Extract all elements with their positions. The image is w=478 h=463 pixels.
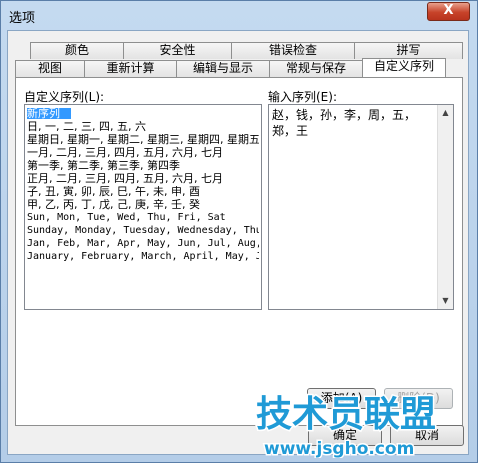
custom-lists-label: 自定义序列(L): (24, 90, 105, 104)
list-item[interactable]: 日, 一, 二, 三, 四, 五, 六 (27, 121, 259, 132)
list-entries-label: 输入序列(E): (268, 90, 337, 104)
list-item[interactable]: 子, 丑, 寅, 卯, 辰, 巳, 午, 未, 申, 酉 (27, 186, 259, 197)
list-item[interactable]: 星期日, 星期一, 星期二, 星期三, 星期四, 星期五 (27, 134, 259, 145)
list-entries-value: 赵，钱，孙，李，周，五，郑，王 (272, 108, 417, 138)
custom-lists-listbox[interactable]: 新序列 日, 一, 二, 三, 四, 五, 六 星期日, 星期一, 星期二, 星… (24, 104, 262, 310)
title-bar: 选项 X (1, 1, 477, 31)
list-item[interactable]: Jan, Feb, Mar, Apr, May, Jun, Jul, Aug, (27, 238, 259, 249)
list-item[interactable]: Sun, Mon, Tue, Wed, Thu, Fri, Sat (27, 212, 259, 223)
close-button[interactable]: X (427, 2, 470, 21)
tab-edit-display[interactable]: 编辑与显示 (176, 60, 270, 77)
list-entries-textarea[interactable]: 赵，钱，孙，李，周，五，郑，王 ▲ ▼ (268, 104, 454, 310)
tab-view[interactable]: 视图 (15, 60, 85, 77)
tab-recalculation[interactable]: 重新计算 (84, 60, 177, 77)
list-item-new-list[interactable]: 新序列 (27, 108, 71, 119)
list-item[interactable]: 第一季, 第二季, 第三季, 第四季 (27, 160, 259, 171)
tab-error-checking[interactable]: 错误检查 (231, 42, 355, 59)
tab-spelling[interactable]: 拼写 (354, 42, 463, 59)
tab-security[interactable]: 安全性 (123, 42, 232, 59)
tab-custom-lists[interactable]: 自定义序列 (362, 58, 446, 77)
list-item[interactable]: 甲, 乙, 丙, 丁, 戊, 己, 庚, 辛, 壬, 癸 (27, 199, 259, 210)
list-item[interactable]: 正月, 二月, 三月, 四月, 五月, 六月, 七月 (27, 173, 259, 184)
scroll-up-arrow-icon[interactable]: ▲ (438, 105, 453, 121)
window-title: 选项 (9, 11, 36, 26)
list-item[interactable]: 一月, 二月, 三月, 四月, 五月, 六月, 七月 (27, 147, 259, 158)
tab-general-save[interactable]: 常规与保存 (269, 60, 363, 77)
watermark-logo-text: 技术员联盟 (256, 394, 436, 435)
list-item[interactable]: Sunday, Monday, Tuesday, Wednesday, Thu (27, 225, 259, 236)
site-watermark: 技术员联盟 www.jsgho.com (255, 393, 438, 459)
list-item[interactable]: January, February, March, April, May, J (27, 251, 259, 262)
tab-color[interactable]: 颜色 (30, 42, 124, 59)
scroll-down-arrow-icon[interactable]: ▼ (438, 293, 453, 309)
vertical-scrollbar[interactable]: ▲ ▼ (437, 105, 453, 309)
watermark-url: www.jsgho.com (264, 439, 414, 458)
